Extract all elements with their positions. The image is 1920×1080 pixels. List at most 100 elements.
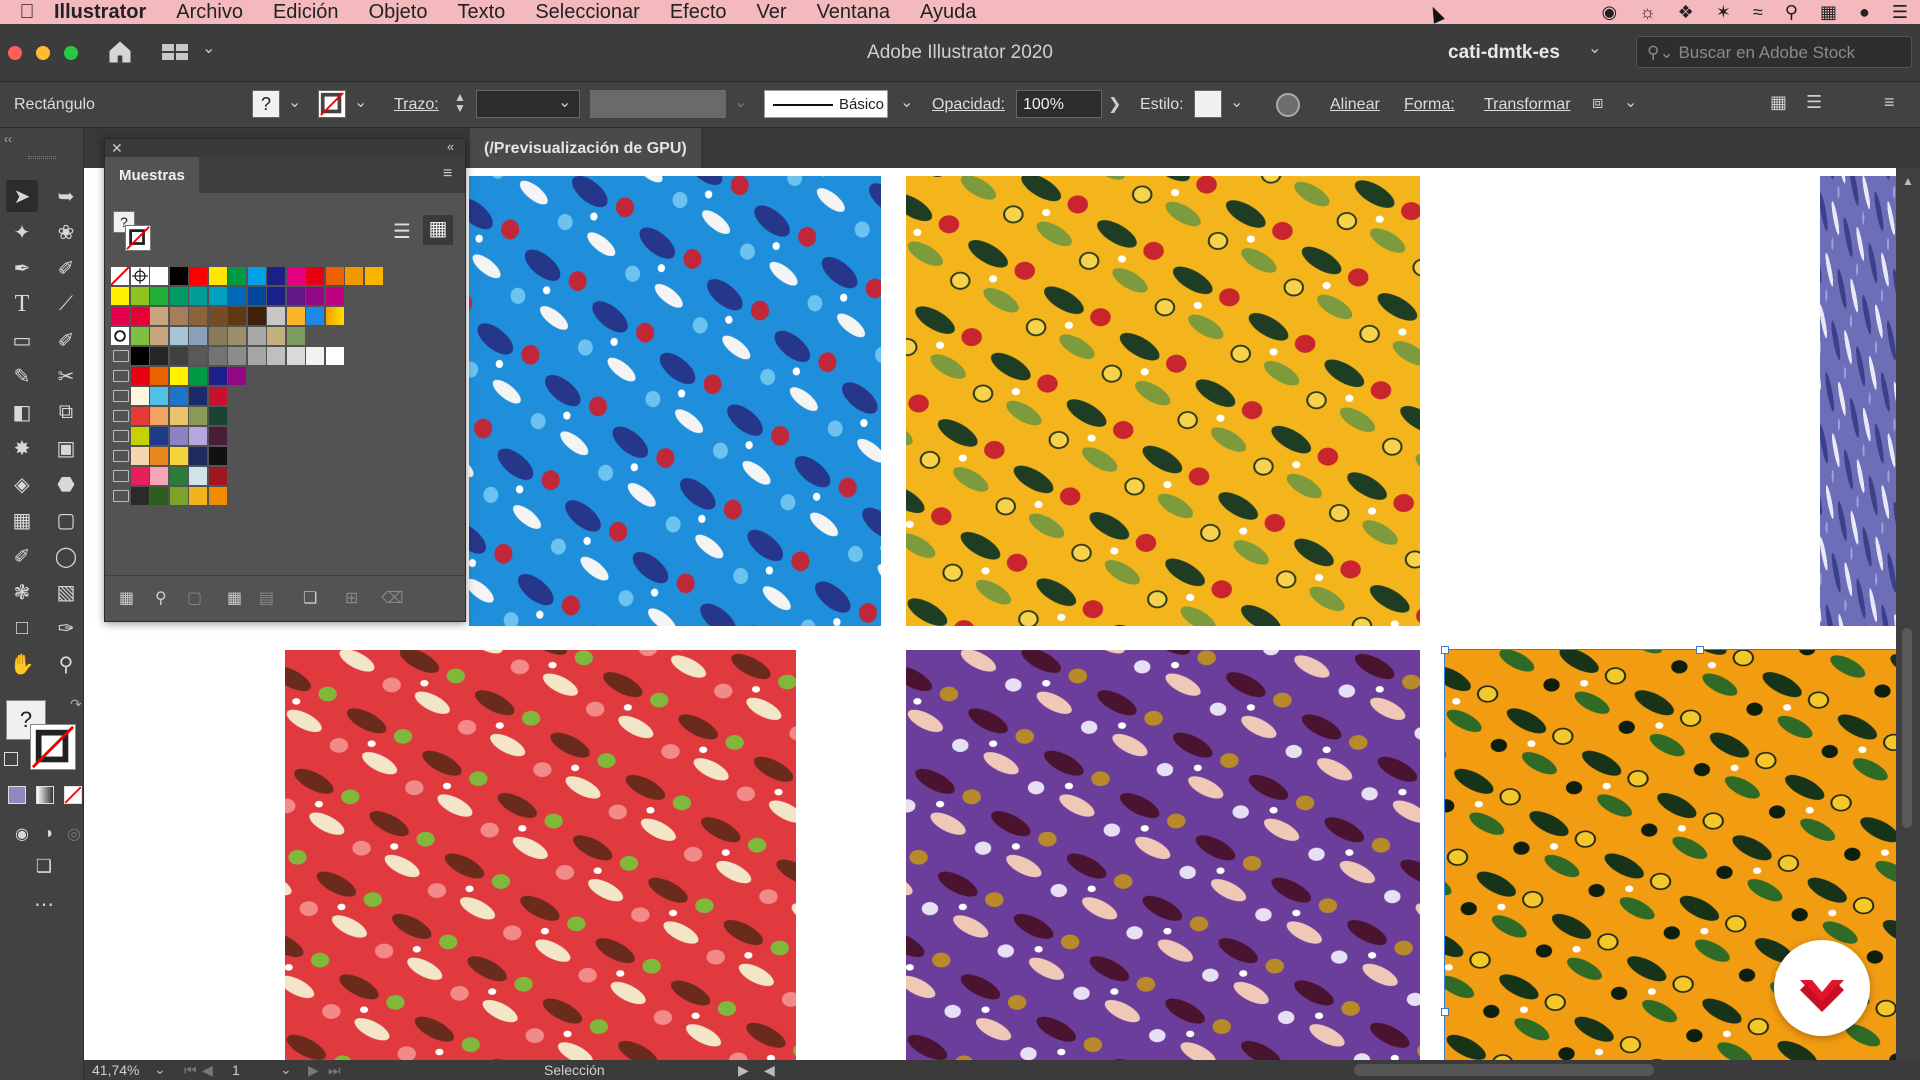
swatch[interactable] xyxy=(150,387,168,405)
swatch[interactable] xyxy=(130,347,149,365)
menu-app-name[interactable]: Illustrator xyxy=(54,1,146,24)
swatch[interactable] xyxy=(150,347,168,365)
swatch[interactable] xyxy=(208,347,227,365)
swatch[interactable] xyxy=(130,367,149,385)
show-swatch-kinds-icon[interactable]: ⚲ xyxy=(155,588,167,608)
type-tool-icon[interactable]: T xyxy=(6,288,38,320)
swatch-libraries-icon[interactable]: ▦ xyxy=(119,588,134,608)
new-swatch-icon[interactable]: ⊞ xyxy=(345,588,358,608)
swatch[interactable] xyxy=(189,407,207,425)
swatch[interactable] xyxy=(111,287,129,305)
scroll-up-icon[interactable]: ▲ xyxy=(1902,174,1914,188)
pattern-artboard-lavender[interactable] xyxy=(1820,176,1896,626)
scissors-tool-icon[interactable]: ✂ xyxy=(50,360,82,392)
swatch[interactable] xyxy=(130,427,149,445)
magic-wand-tool-icon[interactable]: ✦ xyxy=(6,216,38,248)
graphic-style-swatch[interactable] xyxy=(1194,90,1222,118)
menu-seleccionar[interactable]: Seleccionar xyxy=(535,1,640,24)
default-colors-icon[interactable] xyxy=(4,752,18,766)
menu-ventana[interactable]: Ventana xyxy=(817,1,890,24)
slice-tool-icon[interactable]: ✑ xyxy=(50,612,82,644)
chevron-down-icon[interactable]: ⌄ xyxy=(154,1061,166,1078)
swatch[interactable] xyxy=(169,307,188,325)
color-mode-icon[interactable] xyxy=(8,786,26,804)
swatch-gradient[interactable] xyxy=(325,307,344,325)
document-tab[interactable]: (/Previsualización de GPU) xyxy=(470,128,701,168)
selection-handle-top-left[interactable] xyxy=(1441,646,1449,654)
swatch[interactable] xyxy=(111,307,129,325)
swatch[interactable] xyxy=(130,407,149,425)
chevron-down-icon[interactable]: ⌄ xyxy=(900,92,913,112)
hand-tool-icon[interactable]: ✋ xyxy=(6,648,38,680)
panel-stroke-swatch[interactable] xyxy=(125,225,151,251)
swatch[interactable] xyxy=(228,367,246,385)
swatch[interactable] xyxy=(189,347,207,365)
swatch[interactable] xyxy=(169,487,188,505)
lasso-tool-icon[interactable]: ❀ xyxy=(50,216,82,248)
perspective-grid-tool-icon[interactable]: ⬣ xyxy=(50,468,82,500)
mesh-tool-icon[interactable]: ▦ xyxy=(6,504,38,536)
last-artboard-icon[interactable]: ⏭ xyxy=(328,1062,341,1079)
swatch[interactable] xyxy=(150,467,168,485)
chevron-right-icon[interactable]: ▶ xyxy=(738,1062,749,1079)
swatch[interactable] xyxy=(169,427,188,445)
swatch[interactable] xyxy=(169,267,188,285)
delete-swatch-icon[interactable]: ⌫ xyxy=(381,588,404,608)
color-group-folder-icon[interactable] xyxy=(113,410,129,422)
column-graph-tool-icon[interactable]: ▧ xyxy=(50,576,82,608)
swatch[interactable] xyxy=(150,367,168,385)
swatch[interactable] xyxy=(208,487,227,505)
swatch[interactable] xyxy=(208,407,227,425)
swatch[interactable] xyxy=(228,287,246,305)
color-group-folder-icon[interactable] xyxy=(113,370,129,382)
swatch-pattern[interactable] xyxy=(267,327,285,345)
color-group-folder-icon[interactable] xyxy=(113,430,129,442)
swatch-none[interactable] xyxy=(110,266,130,286)
swatch[interactable] xyxy=(267,287,285,305)
selection-handle-middle-left[interactable] xyxy=(1441,1008,1449,1016)
swatch[interactable] xyxy=(130,467,149,485)
zoom-tool-icon[interactable]: ⚲ xyxy=(50,648,82,680)
pattern-artboard-purple[interactable] xyxy=(906,650,1420,1060)
notification-center-icon[interactable]: ☰ xyxy=(1892,2,1908,23)
swatch[interactable] xyxy=(267,307,285,325)
isolate-object-icon[interactable]: ⧈ xyxy=(1592,92,1603,113)
menu-edicion[interactable]: Edición xyxy=(273,1,339,24)
rectangle-tool-icon[interactable]: ▭ xyxy=(6,324,38,356)
pattern-artboard-yellow[interactable] xyxy=(906,176,1420,626)
swatch[interactable] xyxy=(169,367,188,385)
siri-icon[interactable]: ● xyxy=(1859,2,1870,23)
apple-menu-icon[interactable]:  xyxy=(0,1,54,24)
stroke-color-swatch[interactable] xyxy=(318,90,346,118)
opacity-input[interactable]: 100% xyxy=(1016,90,1102,118)
swatch[interactable] xyxy=(267,267,285,285)
list-view-icon[interactable]: ☰ xyxy=(393,219,415,243)
swatch[interactable] xyxy=(286,287,305,305)
record-icon[interactable]: ◉ xyxy=(1601,2,1617,23)
align-link[interactable]: Alinear xyxy=(1330,96,1380,114)
swatch-pattern[interactable] xyxy=(169,327,188,345)
swatch-pattern[interactable] xyxy=(286,327,305,345)
swatch[interactable] xyxy=(208,427,227,445)
menu-ver[interactable]: Ver xyxy=(757,1,787,24)
swatch[interactable] xyxy=(208,267,227,285)
gradient-mode-icon[interactable] xyxy=(36,786,54,804)
collapse-panel-icon[interactable]: « xyxy=(447,139,454,154)
horizontal-scrollbar-thumb[interactable] xyxy=(1354,1064,1654,1076)
symbol-sprayer-tool-icon[interactable]: ❃ xyxy=(6,576,38,608)
swatch[interactable] xyxy=(208,387,227,405)
color-group-folder-icon[interactable] xyxy=(113,390,129,402)
bluetooth-icon[interactable]: ✶ xyxy=(1716,2,1731,23)
swatches-panel-header[interactable]: ✕ « xyxy=(105,139,465,157)
artboard-tool-icon[interactable]: □ xyxy=(6,612,38,644)
recolor-artwork-icon[interactable] xyxy=(1276,93,1300,117)
swatch[interactable] xyxy=(130,387,149,405)
swatch[interactable] xyxy=(189,367,207,385)
line-segment-tool-icon[interactable]: ⟋ xyxy=(50,288,82,320)
chevron-down-icon[interactable]: ⌄ xyxy=(1230,92,1243,112)
selection-tool-icon[interactable]: ➤ xyxy=(6,180,38,212)
swatch[interactable] xyxy=(130,287,149,305)
color-group-folder-icon[interactable] xyxy=(113,470,129,482)
variable-width-profile[interactable] xyxy=(590,90,726,118)
width-tool-icon[interactable]: ✸ xyxy=(6,432,38,464)
